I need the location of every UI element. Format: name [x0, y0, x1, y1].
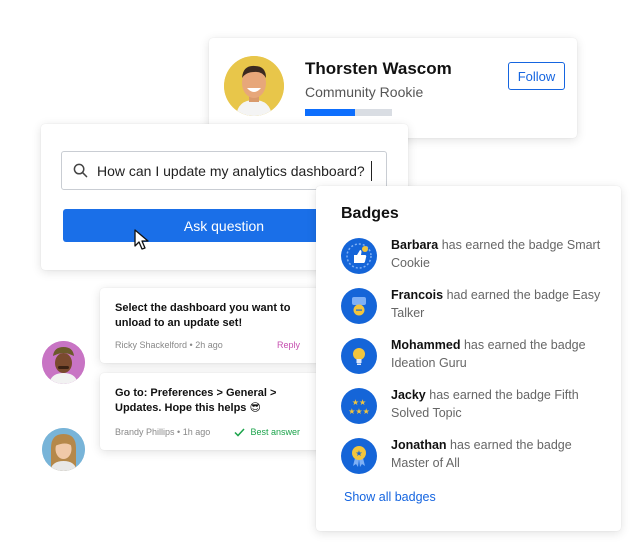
badge-verb: has earned the badge: [429, 388, 551, 402]
badges-title: Badges: [341, 205, 399, 222]
profile-rank: Community Rookie: [305, 84, 424, 100]
answer-card: Go to: Preferences > General > Updates. …: [100, 373, 330, 450]
rank-progress-bar: [305, 109, 392, 116]
text-caret: [370, 160, 373, 181]
badge-user[interactable]: Mohammed: [391, 338, 460, 352]
svg-text:★: ★: [355, 449, 362, 458]
answer-meta: Ricky Shackelford • 2h ago: [115, 340, 223, 350]
answer-meta: Brandy Phillips • 1h ago: [115, 427, 211, 437]
best-answer-text: Best answer: [250, 427, 300, 437]
badge-list-item[interactable]: Barbara has earned the badge Smart Cooki…: [341, 236, 606, 276]
profile-card: Thorsten Wascom Community Rookie Follow: [209, 38, 577, 138]
badges-card: Badges Barbara has earned the badge Smar…: [316, 186, 621, 531]
stars-icon: ★★ ★★★: [341, 388, 377, 424]
badge-user[interactable]: Francois: [391, 288, 443, 302]
avatar[interactable]: [42, 341, 85, 384]
checkmark-icon: [234, 427, 246, 437]
badge-user[interactable]: Jacky: [391, 388, 426, 402]
answer-author[interactable]: Ricky Shackelford: [115, 340, 187, 350]
reply-link[interactable]: Reply: [277, 340, 300, 350]
badge-verb: has earned the badge: [463, 338, 586, 352]
search-input[interactable]: How can I update my analytics dashboard?: [61, 151, 387, 190]
profile-avatar[interactable]: [224, 56, 284, 116]
svg-text:★★★: ★★★: [348, 407, 370, 416]
badge-list-item[interactable]: Francois had earned the badge Easy Talke…: [341, 286, 606, 326]
answer-time: 2h ago: [195, 340, 223, 350]
answer-time: 1h ago: [182, 427, 211, 437]
show-all-badges-link[interactable]: Show all badges: [344, 490, 436, 504]
search-input-value: How can I update my analytics dashboard?: [97, 162, 365, 179]
badge-name: Ideation Guru: [391, 356, 467, 370]
medal-icon: ★: [341, 438, 377, 474]
answer-body: Select the dashboard you want to unload …: [115, 302, 291, 329]
svg-text:★★: ★★: [352, 398, 366, 407]
follow-button[interactable]: Follow: [508, 62, 565, 90]
chat-icon: [341, 288, 377, 324]
badge-text: Mohammed has earned the badge Ideation G…: [391, 336, 606, 372]
badge-user[interactable]: Jonathan: [391, 438, 447, 452]
badge-user[interactable]: Barbara: [391, 238, 438, 252]
avatar[interactable]: [42, 428, 85, 471]
badge-text: Jonathan has earned the badge Master of …: [391, 436, 606, 472]
best-answer-label[interactable]: Best answer: [234, 427, 300, 437]
badge-verb: has earned the badge: [450, 438, 572, 452]
badge-verb: had earned the badge: [446, 288, 569, 302]
badge-verb: has earned the badge: [441, 238, 564, 252]
badge-text: Jacky has earned the badge Fifth Solved …: [391, 386, 606, 422]
mouse-pointer-icon: [134, 229, 149, 250]
answer-author[interactable]: Brandy Phillips: [115, 427, 175, 437]
search-icon: [73, 163, 88, 178]
badge-text: Francois had earned the badge Easy Talke…: [391, 286, 606, 322]
badge-name: Master of All: [391, 456, 460, 470]
thumbs-up-icon: [341, 238, 377, 274]
rank-progress-fill: [305, 109, 355, 116]
badge-list-item[interactable]: Mohammed has earned the badge Ideation G…: [341, 336, 606, 376]
answer-body: Go to: Preferences > General > Updates. …: [115, 387, 277, 414]
badge-list-item[interactable]: ★ Jonathan has earned the badge Master o…: [341, 436, 606, 476]
lightbulb-icon: [341, 338, 377, 374]
badge-list-item[interactable]: ★★ ★★★ Jacky has earned the badge Fifth …: [341, 386, 606, 426]
answer-card: Select the dashboard you want to unload …: [100, 288, 330, 363]
badge-text: Barbara has earned the badge Smart Cooki…: [391, 236, 606, 272]
profile-name: Thorsten Wascom: [305, 59, 452, 78]
